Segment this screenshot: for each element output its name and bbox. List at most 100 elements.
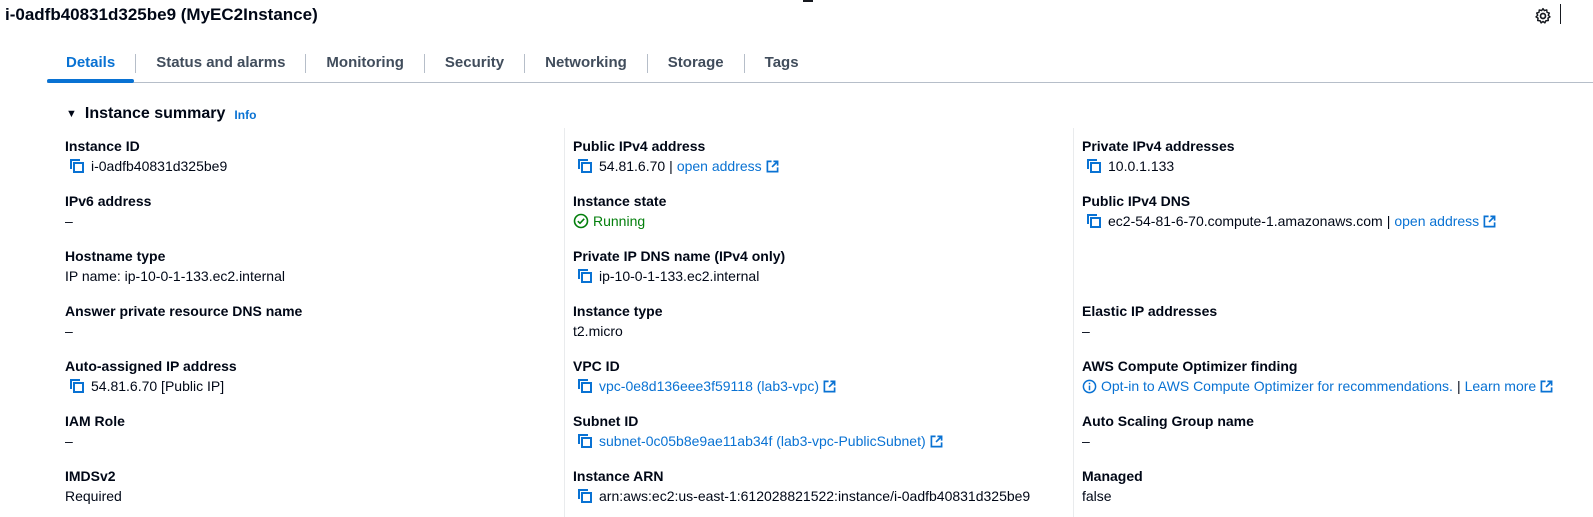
field-label: IAM Role [65,413,125,429]
field-private-dns: Private IP DNS name (IPv4 only) ip-10-0-… [573,247,785,285]
field-ipv6: IPv6 address – [65,192,151,230]
copy-icon[interactable] [577,378,593,394]
field-value: 54.81.6.70 [Public IP] [65,377,237,395]
field-value: 10.0.1.133 [1082,157,1235,175]
open-address-link[interactable]: open address [1394,212,1479,230]
field-auto-ip: Auto-assigned IP address 54.81.6.70 [Pub… [65,357,237,395]
learn-more-link[interactable]: Learn more [1465,377,1537,395]
open-address-link[interactable]: open address [677,157,762,175]
field-iam-role: IAM Role – [65,412,125,450]
tab-security[interactable]: Security [426,44,523,82]
copy-icon[interactable] [577,158,593,174]
field-instance-type: Instance type t2.micro [573,302,662,340]
field-elastic-ip: Elastic IP addresses – [1082,302,1217,340]
separator: | [1386,213,1391,229]
check-circle-icon [573,213,589,229]
separator: | [1456,378,1461,394]
field-instance-state: Instance state Running [573,192,666,230]
copy-icon[interactable] [69,158,85,174]
tab-monitoring[interactable]: Monitoring [307,44,422,82]
caret-down-icon[interactable]: ▼ [66,108,77,120]
copy-icon[interactable] [577,488,593,504]
tab-separator [524,53,526,73]
copy-icon[interactable] [69,378,85,394]
info-icon [1082,379,1097,393]
top-marker [803,0,813,2]
tab-separator [646,53,648,73]
field-value: ec2-54-81-6-70.compute-1.amazonaws.com |… [1082,212,1496,230]
field-value: i-0adfb40831d325be9 [65,157,227,175]
tab-separator [743,53,745,73]
tab-storage[interactable]: Storage [649,44,743,82]
gear-icon[interactable] [1534,7,1552,25]
field-value: – [1082,323,1090,339]
field-instance-arn: Instance ARN arn:aws:ec2:us-east-1:61202… [573,467,1030,505]
field-label: Instance ARN [573,468,664,484]
field-instance-id: Instance ID i-0adfb40831d325be9 [65,137,227,175]
field-value: t2.micro [573,323,623,339]
private-dns-value: ip-10-0-1-133.ec2.internal [599,268,760,284]
tab-bar: Details Status and alarms Monitoring Sec… [47,44,1593,83]
field-vpc-id: VPC ID vpc-0e8d136eee3f59118 (lab3-vpc) [573,357,836,395]
field-public-ipv4: Public IPv4 address 54.81.6.70 | open ad… [573,137,779,175]
field-label: Public IPv4 DNS [1082,193,1191,209]
field-value: subnet-0c05b8e9ae11ab34f (lab3-vpc-Publi… [573,432,943,450]
field-label: Public IPv4 address [573,138,706,154]
field-label: Answer private resource DNS name [65,303,303,319]
tab-status-and-alarms[interactable]: Status and alarms [137,44,304,82]
field-subnet-id: Subnet ID subnet-0c05b8e9ae11ab34f (lab3… [573,412,943,450]
field-label: Private IPv4 addresses [1082,138,1235,154]
tab-networking[interactable]: Networking [526,44,646,82]
copy-icon[interactable] [1086,213,1102,229]
field-value: false [1082,488,1112,504]
status-running: Running [573,212,666,230]
column-divider [1073,128,1074,517]
subnet-link[interactable]: subnet-0c05b8e9ae11ab34f (lab3-vpc-Publi… [599,432,926,450]
field-private-ipv4: Private IPv4 addresses 10.0.1.133 [1082,137,1235,175]
column-divider [564,128,565,517]
auto-ip-value: 54.81.6.70 [Public IP] [91,378,225,394]
public-ipv4-value: 54.81.6.70 [599,158,666,174]
field-value: – [65,433,73,449]
field-label: AWS Compute Optimizer finding [1082,358,1298,374]
field-label: IPv6 address [65,193,152,209]
field-value: ip-10-0-1-133.ec2.internal [573,267,785,285]
field-label: IMDSv2 [65,468,116,484]
arn-value: arn:aws:ec2:us-east-1:612028821522:insta… [599,488,1031,504]
vpc-link[interactable]: vpc-0e8d136eee3f59118 (lab3-vpc) [599,377,819,395]
optimizer-opt-in-link[interactable]: Opt-in to AWS Compute Optimizer for reco… [1101,377,1453,395]
private-ipv4-value: 10.0.1.133 [1108,158,1175,174]
separator: | [669,158,673,174]
field-label: Instance type [573,303,663,319]
field-public-dns: Public IPv4 DNS ec2-54-81-6-70.compute-1… [1082,192,1496,230]
tab-separator [305,53,307,73]
external-link-icon[interactable] [823,380,836,393]
field-value: Required [65,488,122,504]
field-compute-optimizer: AWS Compute Optimizer finding Opt-in to … [1082,357,1553,395]
public-dns-value: ec2-54-81-6-70.compute-1.amazonaws.com [1108,213,1383,229]
instance-summary-header: ▼ Instance summary Info [66,105,256,123]
info-link[interactable]: Info [234,108,256,122]
external-link-icon[interactable] [930,435,943,448]
field-label: Elastic IP addresses [1082,303,1218,319]
field-value: Opt-in to AWS Compute Optimizer for reco… [1082,377,1553,395]
external-link-icon[interactable] [766,160,779,173]
copy-icon[interactable] [1086,158,1102,174]
field-hostname-type: Hostname type IP name: ip-10-0-1-133.ec2… [65,247,285,285]
copy-icon[interactable] [577,433,593,449]
external-link-icon[interactable] [1483,215,1496,228]
field-value: – [65,213,73,229]
tab-details[interactable]: Details [47,44,135,83]
field-label: Hostname type [65,248,166,264]
field-value: – [1082,433,1090,449]
field-value: IP name: ip-10-0-1-133.ec2.internal [65,268,285,284]
section-title[interactable]: Instance summary [85,105,226,123]
tab-separator [423,53,425,73]
field-label: Instance ID [65,138,140,154]
field-auto-scaling-group: Auto Scaling Group name – [1082,412,1254,450]
copy-icon[interactable] [577,268,593,284]
field-value: 54.81.6.70 | open address [573,157,779,175]
tab-tags[interactable]: Tags [746,44,818,82]
external-link-icon[interactable] [1540,380,1553,393]
instance-id-value: i-0adfb40831d325be9 [91,158,228,174]
